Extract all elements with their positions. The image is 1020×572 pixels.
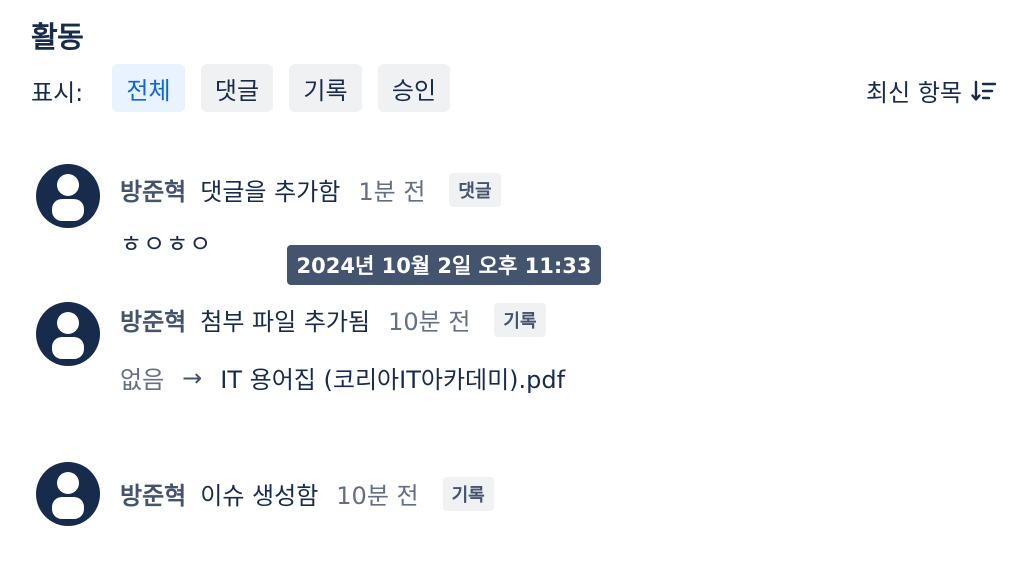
activity-title: 활동 (31, 20, 84, 54)
avatar[interactable] (36, 164, 100, 228)
comment-body: ㅎㅇㅎㅇ (120, 230, 213, 258)
change-from-value: 없음 (120, 366, 165, 394)
author-name[interactable]: 방준혁 (120, 172, 186, 207)
sort-order-button[interactable]: 최신 항목 (866, 73, 998, 108)
activity-header: 방준혁 이슈 생성함 10분 전 기록 (120, 476, 494, 511)
author-name[interactable]: 방준혁 (120, 302, 186, 337)
activity-action: 이슈 생성함 (200, 482, 319, 510)
filter-comments-button[interactable]: 댓글 (201, 64, 273, 112)
user-avatar-icon (52, 472, 84, 519)
arrow-right-icon: → (182, 363, 203, 392)
sort-label: 최신 항목 (866, 79, 962, 107)
sort-descending-icon (971, 80, 997, 101)
activity-time[interactable]: 10분 전 (336, 476, 418, 511)
filter-approvals-button[interactable]: 승인 (378, 64, 450, 112)
activity-header: 방준혁 첨부 파일 추가됨 10분 전 기록 (120, 302, 546, 337)
activity-time[interactable]: 1분 전 (358, 172, 425, 207)
user-avatar-icon (52, 312, 84, 359)
activity-type-badge: 기록 (442, 476, 494, 511)
timestamp-tooltip: 2024년 10월 2일 오후 11:33 (287, 245, 601, 285)
attachment-filename[interactable]: IT 용어집 (코리아IT아카데미).pdf (220, 360, 565, 395)
activity-filter-bar: 표시: 전체 댓글 기록 승인 최신 항목 (31, 64, 998, 112)
activity-action: 첨부 파일 추가됨 (200, 308, 371, 336)
activity-type-badge: 댓글 (449, 172, 501, 207)
user-avatar-icon (52, 174, 84, 221)
activity-time[interactable]: 10분 전 (388, 302, 470, 337)
author-name[interactable]: 방준혁 (120, 476, 186, 511)
activity-type-badge: 기록 (494, 302, 546, 337)
avatar[interactable] (36, 302, 100, 366)
avatar[interactable] (36, 462, 100, 526)
filter-history-button[interactable]: 기록 (289, 64, 362, 112)
activity-action: 댓글을 추가함 (200, 178, 341, 206)
attachment-change: 없음 → IT 용어집 (코리아IT아카데미).pdf (120, 360, 565, 395)
filter-label: 표시: (31, 79, 84, 107)
filter-all-button[interactable]: 전체 (112, 64, 185, 112)
activity-header: 방준혁 댓글을 추가함 1분 전 댓글 (120, 172, 501, 207)
